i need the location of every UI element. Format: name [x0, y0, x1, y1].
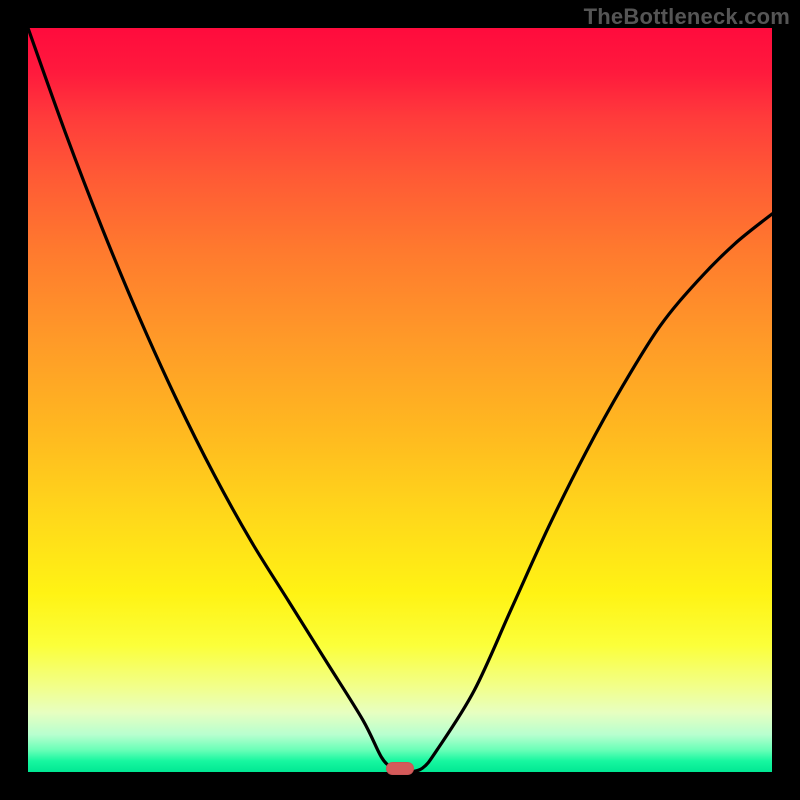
watermark-text: TheBottleneck.com: [584, 4, 790, 30]
bottleneck-curve: [28, 28, 772, 772]
optimal-point-marker: [386, 762, 414, 775]
plot-area: [28, 28, 772, 772]
chart-frame: TheBottleneck.com: [0, 0, 800, 800]
